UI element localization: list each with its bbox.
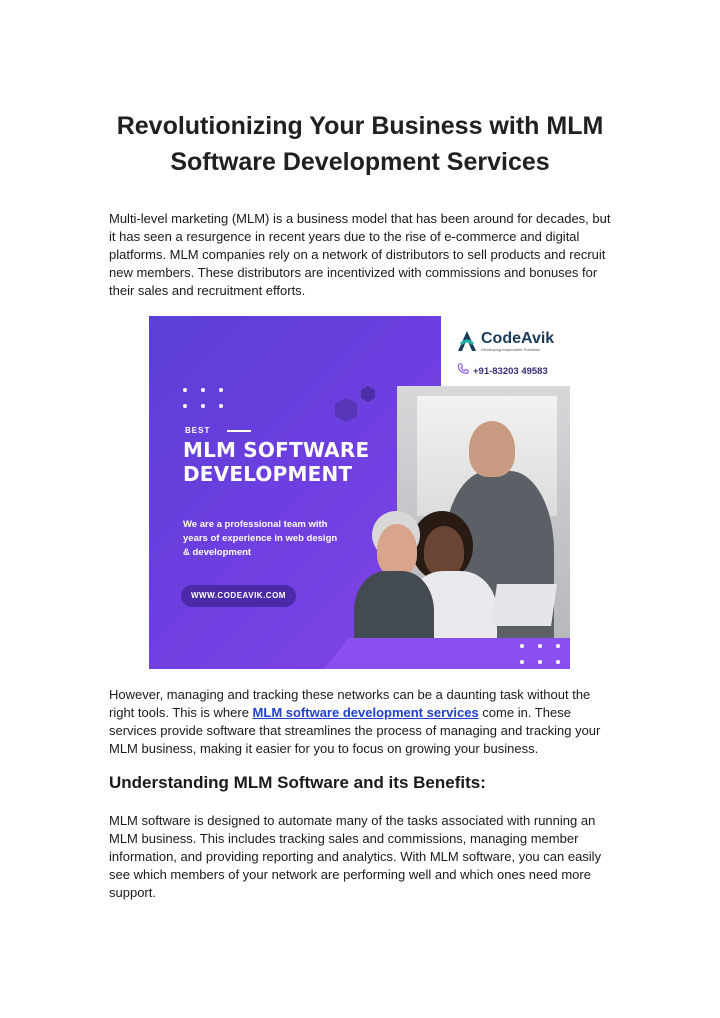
phone-contact: +91-83203 49583	[457, 362, 548, 380]
codeavik-logo-icon	[457, 330, 477, 352]
logo-tagline: Developing Impeccable Solutions	[481, 346, 541, 352]
paragraph-2: However, managing and tracking these net…	[109, 686, 619, 758]
woman-head	[424, 526, 464, 576]
laptop	[491, 584, 557, 626]
logo-name: CodeAvik	[481, 329, 555, 347]
article-title: Revolutionizing Your Business with MLM S…	[116, 112, 604, 176]
banner-url-pill: WWW.CODEAVIK.COM	[181, 585, 296, 607]
phone-number: +91-83203 49583	[473, 365, 548, 377]
man-standing-head	[469, 421, 515, 477]
intro-paragraph: Multi-level marketing (MLM) is a busines…	[109, 211, 611, 298]
promo-banner-image: BEST MLM SOFTWARE DEVELOPMENT We are a p…	[149, 316, 570, 669]
banner-title: MLM SOFTWARE DEVELOPMENT	[183, 438, 383, 486]
older-man-head	[377, 524, 417, 576]
decorative-hexagon-small	[361, 386, 375, 402]
decorative-hexagon	[335, 398, 357, 422]
section-heading: Understanding MLM Software and its Benef…	[109, 773, 486, 792]
banner-title-line1: MLM SOFTWARE	[183, 438, 370, 462]
banner-kicker: BEST	[185, 426, 211, 435]
phone-icon	[457, 362, 469, 380]
banner-title-line2: DEVELOPMENT	[183, 462, 353, 486]
codeavik-logo: CodeAvik Developing Impeccable Solutions	[457, 330, 554, 352]
dot-grid-top-left	[183, 388, 225, 408]
banner-description: We are a professional team with years of…	[183, 519, 338, 558]
dot-grid-bottom-right	[520, 644, 562, 664]
banner-kicker-line	[227, 430, 251, 432]
mlm-software-link[interactable]: MLM software development services	[253, 705, 479, 720]
paragraph-3: MLM software is designed to automate man…	[109, 813, 602, 900]
document-page: Revolutionizing Your Business with MLM S…	[0, 0, 720, 1018]
